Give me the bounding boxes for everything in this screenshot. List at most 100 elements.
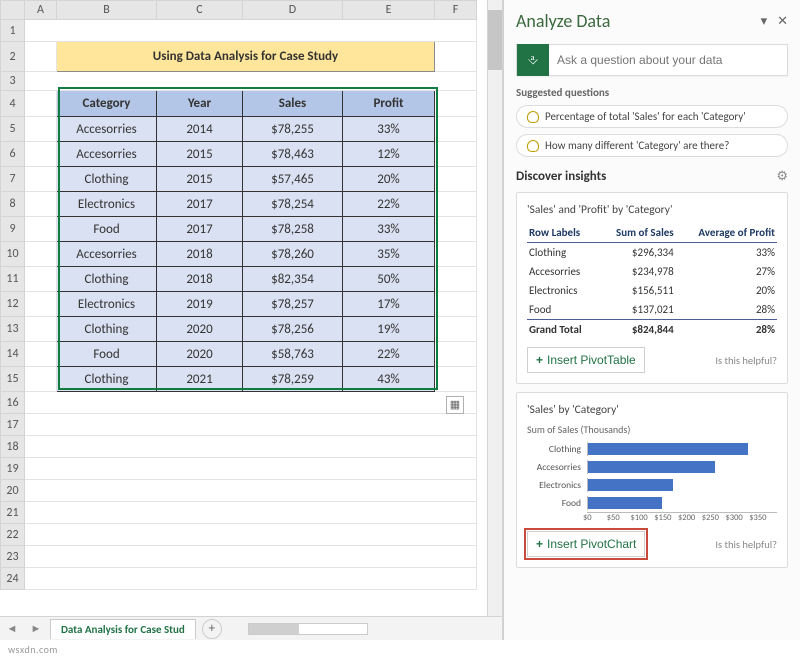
quick-analysis-icon[interactable]: ▦ <box>446 396 464 414</box>
cell[interactable]: $78,463 <box>243 142 343 167</box>
cell[interactable]: $82,354 <box>243 267 343 292</box>
col-profit-header[interactable]: Profit <box>343 91 435 117</box>
axis-tick: $350 <box>749 513 773 523</box>
cell[interactable]: Food <box>57 217 157 242</box>
cell[interactable]: $78,254 <box>243 192 343 217</box>
cell[interactable]: $78,260 <box>243 242 343 267</box>
sheet-tab-active[interactable]: Data Analysis for Case Stud <box>50 619 196 639</box>
ask-box[interactable]: ⎀ <box>516 44 788 76</box>
col-header-A[interactable]: A <box>25 1 57 20</box>
cell[interactable]: $58,763 <box>243 342 343 367</box>
col-header-F[interactable]: F <box>435 1 477 20</box>
cell[interactable]: 2018 <box>157 242 243 267</box>
row-header[interactable]: 2 <box>1 42 25 72</box>
cell[interactable]: Electronics <box>57 292 157 317</box>
row-header[interactable]: 15 <box>1 367 25 392</box>
row-header[interactable]: 24 <box>1 568 25 590</box>
cell[interactable]: $78,257 <box>243 292 343 317</box>
row-header[interactable]: 22 <box>1 524 25 546</box>
cell[interactable]: 2015 <box>157 142 243 167</box>
row-header[interactable]: 8 <box>1 192 25 217</box>
cell[interactable]: Accesorries <box>57 117 157 142</box>
cell[interactable]: 19% <box>343 317 435 342</box>
row-header[interactable]: 10 <box>1 242 25 267</box>
insert-pivotchart-button[interactable]: +Insert PivotChart <box>527 531 645 557</box>
grid[interactable]: A B C D E F 1 2 Using Data Analysis for C… <box>0 0 477 590</box>
cell[interactable]: $78,256 <box>243 317 343 342</box>
col-category-header[interactable]: Category <box>57 91 157 117</box>
cell[interactable]: 2020 <box>157 317 243 342</box>
row-header[interactable]: 19 <box>1 458 25 480</box>
cell[interactable]: 2020 <box>157 342 243 367</box>
row-header[interactable]: 18 <box>1 436 25 458</box>
cell[interactable]: 2017 <box>157 192 243 217</box>
row-header[interactable]: 3 <box>1 72 25 91</box>
cell[interactable]: 17% <box>343 292 435 317</box>
tab-nav-next-icon[interactable]: ► <box>24 618 48 640</box>
cell[interactable]: $78,259 <box>243 367 343 392</box>
cell[interactable]: $78,258 <box>243 217 343 242</box>
cell[interactable]: $57,465 <box>243 167 343 192</box>
add-sheet-button[interactable]: + <box>202 619 222 639</box>
row-header[interactable]: 12 <box>1 292 25 317</box>
row-header[interactable]: 7 <box>1 167 25 192</box>
col-header-C[interactable]: C <box>157 1 243 20</box>
cell[interactable]: Clothing <box>57 267 157 292</box>
row-header[interactable]: 23 <box>1 546 25 568</box>
cell[interactable]: 22% <box>343 192 435 217</box>
col-header-E[interactable]: E <box>343 1 435 20</box>
vertical-scrollbar[interactable] <box>487 0 502 616</box>
cell[interactable]: 35% <box>343 242 435 267</box>
cell[interactable]: 20% <box>343 167 435 192</box>
row-header[interactable]: 9 <box>1 217 25 242</box>
suggestion-item[interactable]: How many different 'Category' are there? <box>516 134 788 157</box>
row-header[interactable]: 11 <box>1 267 25 292</box>
col-header-B[interactable]: B <box>57 1 157 20</box>
insert-pivottable-button[interactable]: +Insert PivotTable <box>527 347 645 373</box>
gear-icon[interactable]: ⚙ <box>776 169 788 184</box>
row-header[interactable]: 17 <box>1 414 25 436</box>
row-header[interactable]: 5 <box>1 117 25 142</box>
cell[interactable]: 2015 <box>157 167 243 192</box>
horizontal-scrollbar[interactable] <box>248 623 368 635</box>
cell[interactable]: 33% <box>343 117 435 142</box>
close-icon[interactable]: ✕ <box>777 14 788 29</box>
helpful-link[interactable]: Is this helpful? <box>715 538 777 551</box>
cell[interactable]: 50% <box>343 267 435 292</box>
col-sales-header[interactable]: Sales <box>243 91 343 117</box>
row-header[interactable]: 4 <box>1 91 25 117</box>
row-header[interactable]: 1 <box>1 20 25 42</box>
helpful-link[interactable]: Is this helpful? <box>715 354 777 367</box>
cell[interactable]: Clothing <box>57 367 157 392</box>
cell[interactable]: 43% <box>343 367 435 392</box>
col-header-D[interactable]: D <box>243 1 343 20</box>
cell[interactable]: Electronics <box>57 192 157 217</box>
cell[interactable]: 2019 <box>157 292 243 317</box>
cell[interactable]: 22% <box>343 342 435 367</box>
row-header[interactable]: 21 <box>1 502 25 524</box>
select-all-corner[interactable] <box>1 1 25 20</box>
row-header[interactable]: 20 <box>1 480 25 502</box>
ask-input[interactable] <box>549 53 787 67</box>
tab-nav-prev-icon[interactable]: ◄ <box>0 618 24 640</box>
cell[interactable]: 2021 <box>157 367 243 392</box>
cell[interactable]: 2017 <box>157 217 243 242</box>
cell[interactable]: 33% <box>343 217 435 242</box>
cell[interactable]: $78,255 <box>243 117 343 142</box>
pane-options-icon[interactable]: ▾ <box>761 14 768 29</box>
cell[interactable]: 2014 <box>157 117 243 142</box>
row-header[interactable]: 16 <box>1 392 25 414</box>
cell[interactable]: 12% <box>343 142 435 167</box>
cell[interactable]: Clothing <box>57 167 157 192</box>
cell[interactable]: Accesorries <box>57 142 157 167</box>
suggestion-item[interactable]: Percentage of total 'Sales' for each 'Ca… <box>516 105 788 128</box>
row-header[interactable]: 6 <box>1 142 25 167</box>
cell[interactable]: Accesorries <box>57 242 157 267</box>
cell[interactable]: Clothing <box>57 317 157 342</box>
col-year-header[interactable]: Year <box>157 91 243 117</box>
title-cell[interactable]: Using Data Analysis for Case Study <box>57 42 435 72</box>
cell[interactable]: 2018 <box>157 267 243 292</box>
row-header[interactable]: 14 <box>1 342 25 367</box>
row-header[interactable]: 13 <box>1 317 25 342</box>
cell[interactable]: Food <box>57 342 157 367</box>
